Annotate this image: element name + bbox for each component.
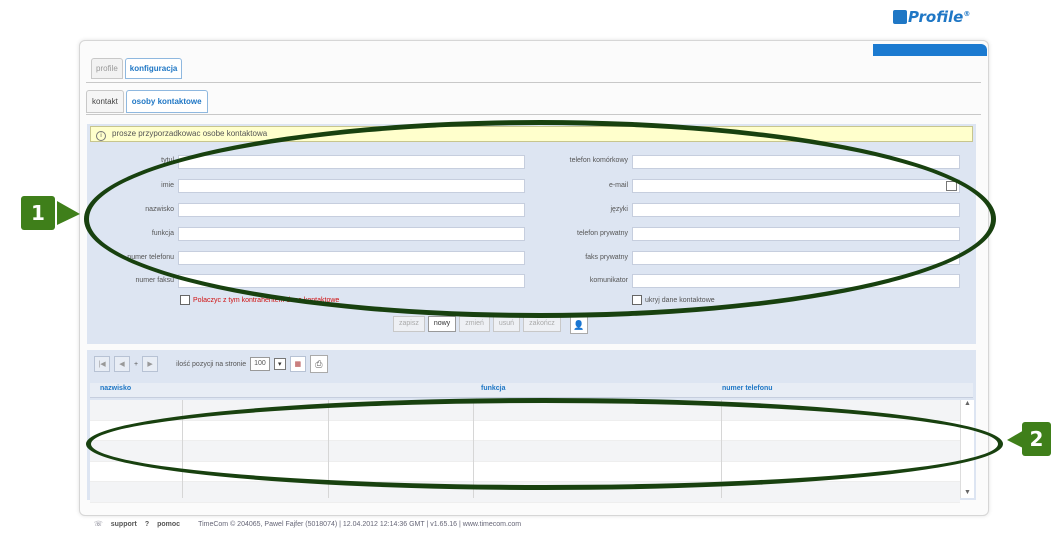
callout-2: 2 <box>1022 422 1051 456</box>
callout-1: 1 <box>21 196 55 230</box>
callout-1-arrow <box>57 201 80 225</box>
callout-arrows <box>57 201 1031 452</box>
